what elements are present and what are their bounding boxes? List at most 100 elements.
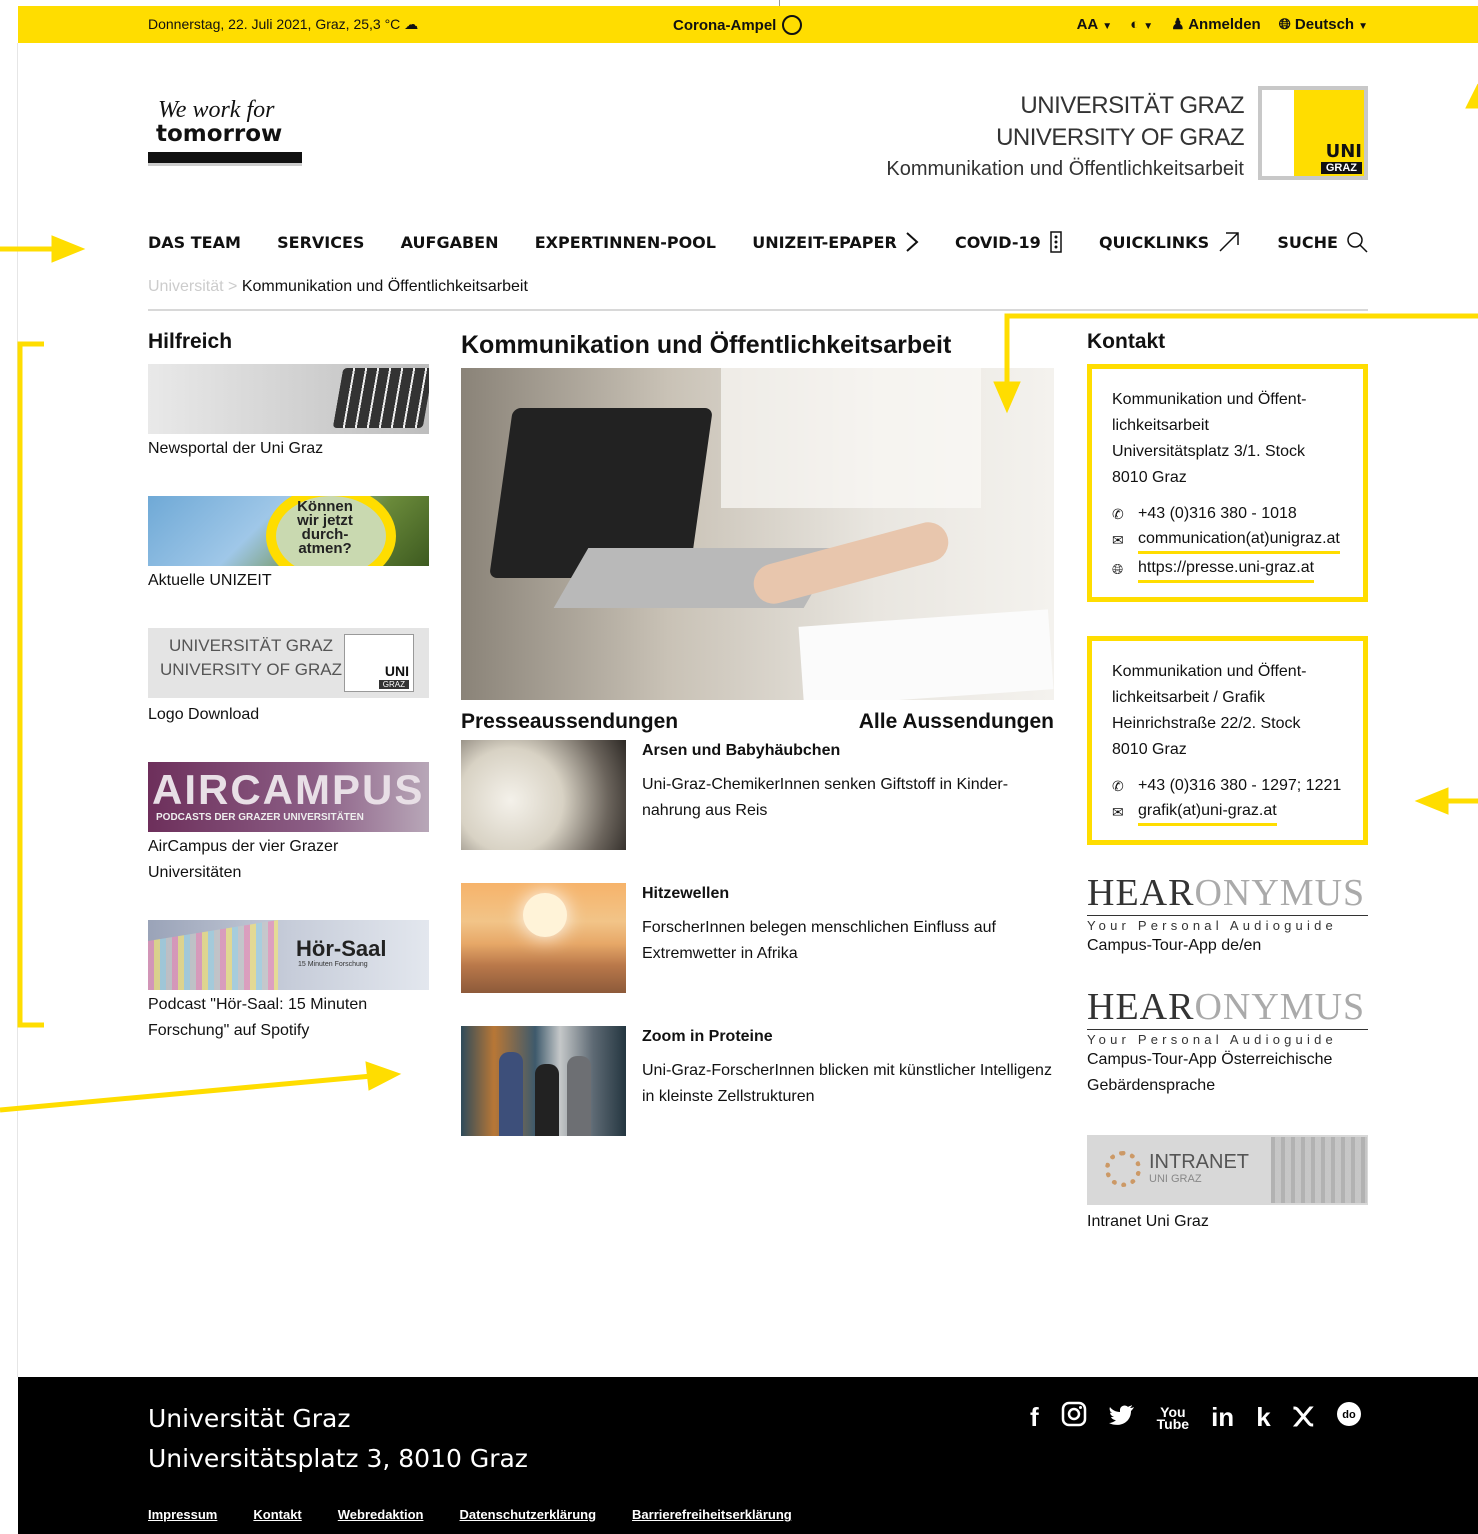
nav-label: EXPERTINNEN-POOL bbox=[534, 232, 716, 252]
login-label: Anmelden bbox=[1188, 16, 1261, 33]
intranet-image-sub: UNI GRAZ bbox=[1149, 1173, 1202, 1185]
header-divider bbox=[148, 309, 1368, 311]
linkedin-icon[interactable]: in bbox=[1211, 1402, 1234, 1433]
news-thumbnail bbox=[461, 883, 626, 993]
email-row: ✉ communication(at)uni­graz.at bbox=[1112, 527, 1343, 554]
address-line: Heinrichstraße 22/2. Stock bbox=[1112, 715, 1301, 732]
phone-number: +43 (0)316 380 - 1297; 1221 bbox=[1138, 777, 1342, 794]
footer-link-datenschutz[interactable]: Datenschutzerklärung bbox=[459, 1507, 596, 1522]
caret-down-icon: ▼ bbox=[1102, 20, 1113, 32]
twitter-icon[interactable] bbox=[1108, 1402, 1135, 1433]
press-header: Presseaussendungen Alle Aussendungen bbox=[461, 710, 1054, 734]
nav-expertinnen-pool[interactable]: EXPERTINNEN-POOL bbox=[535, 231, 716, 253]
all-releases-link[interactable]: Alle Aussendungen bbox=[859, 710, 1054, 734]
nav-label: SUCHE bbox=[1277, 232, 1338, 252]
language-select[interactable]: 🌐︎ Deutsch ▼ bbox=[1279, 16, 1368, 33]
web-row: 🌐︎ https://presse.uni-graz.at bbox=[1112, 556, 1343, 583]
annotation-arrowhead-news bbox=[365, 1061, 402, 1091]
footer-line-2: Universitätsplatz 3, 8010 Graz bbox=[148, 1444, 528, 1473]
chevron-right-icon bbox=[906, 232, 919, 252]
nav-services[interactable]: SERVICES bbox=[277, 231, 364, 253]
email-link[interactable]: communication(at)uni­graz.at bbox=[1138, 527, 1340, 554]
hoer-saal-image: Hör-Saal 15 Minuten Forschung bbox=[148, 920, 429, 990]
traffic-light-icon bbox=[782, 15, 803, 35]
nav-label: DAS TEAM bbox=[148, 232, 241, 252]
news-description: ForscherInnen belegen menschlichen Einfl… bbox=[642, 919, 996, 962]
person-graphic bbox=[567, 1056, 591, 1136]
uni-icon[interactable]: do bbox=[1336, 1401, 1362, 1434]
nav-suche[interactable]: SUCHE bbox=[1277, 231, 1368, 253]
main-nav: DAS TEAM SERVICES AUFGABEN EXPERTINNEN-P… bbox=[148, 231, 1368, 253]
news-item[interactable]: Hitzewellen ForscherInnen belegen mensch… bbox=[461, 883, 1054, 993]
intranet-link[interactable]: INTRANET UNI GRAZ Intranet Uni Graz bbox=[1087, 1135, 1368, 1235]
department-name: Kommunikation und Öffentlichkeitsarbeit bbox=[886, 158, 1244, 180]
instagram-icon[interactable] bbox=[1061, 1401, 1087, 1434]
date-weather-text: Donnerstag, 22. Juli 2021, Graz, 25,3 °C bbox=[148, 16, 401, 32]
breadcrumb: Universität > Kommunikation und Öffentli… bbox=[148, 278, 528, 296]
nav-das-team[interactable]: DAS TEAM bbox=[148, 231, 241, 253]
font-size-toggle[interactable]: AA ▼ bbox=[1077, 16, 1113, 33]
news-title: Hitzewellen bbox=[642, 885, 730, 902]
tile-logo-download[interactable]: UNIVERSITÄT GRAZ UNIVERSITY OF GRAZ UNI G… bbox=[148, 628, 429, 728]
user-icon: ♟ bbox=[1171, 16, 1185, 33]
tagline-line-2: tomorrow bbox=[156, 121, 283, 147]
page-title: Kommunikation und Öffentlichkeitsarbeit bbox=[461, 331, 952, 359]
news-item[interactable]: Zoom in Proteine Uni-Graz-ForscherInnen … bbox=[461, 1026, 1054, 1136]
globe-icon: 🌐︎ bbox=[1278, 15, 1291, 33]
hero-hands bbox=[749, 517, 953, 609]
nav-aufgaben[interactable]: AUFGABEN bbox=[401, 231, 499, 253]
contrast-icon: ◐ bbox=[1130, 15, 1140, 33]
youtube-icon[interactable]: You Tube bbox=[1157, 1405, 1189, 1431]
nav-label: AUFGABEN bbox=[400, 232, 499, 252]
intranet-image: INTRANET UNI GRAZ bbox=[1087, 1135, 1368, 1205]
envelope-icon: ✉ bbox=[1112, 804, 1124, 820]
web-link[interactable]: https://presse.uni-graz.at bbox=[1138, 556, 1315, 583]
date-weather: Donnerstag, 22. Juli 2021, Graz, 25,3 °C… bbox=[148, 16, 418, 33]
address-line: 8010 Graz bbox=[1112, 741, 1187, 758]
tile-hoer-saal[interactable]: Hör-Saal 15 Minuten Forschung Podcast "H… bbox=[148, 920, 429, 1044]
footer-link-impressum[interactable]: Impressum bbox=[148, 1507, 217, 1522]
tile-newsportal[interactable]: Newsportal der Uni Graz bbox=[148, 364, 429, 462]
news-description: Uni-Graz-ChemikerInnen senken Giftstoff … bbox=[642, 776, 1009, 819]
hearonymus-logo-a: HEAR bbox=[1087, 872, 1195, 914]
hearonymus-de-en[interactable]: HEARONYMUS Your Personal Audioguide Camp… bbox=[1087, 873, 1368, 959]
footer-link-barrierefreiheit[interactable]: Barrierefreiheitserklärung bbox=[632, 1507, 792, 1522]
contrast-toggle[interactable]: ◐ ▼ bbox=[1130, 16, 1153, 33]
phone-icon: ✆ bbox=[1112, 778, 1124, 794]
nav-quicklinks[interactable]: QUICKLINKS bbox=[1099, 231, 1241, 253]
contact-column: Kontakt Kommunikation und Öffent­lichkei… bbox=[1087, 330, 1368, 1235]
corona-ampel[interactable]: Corona-Ampel bbox=[673, 15, 803, 35]
breadcrumb-root[interactable]: Universität bbox=[148, 278, 224, 295]
kununu-icon[interactable]: k bbox=[1256, 1402, 1270, 1433]
footer-link-webredaktion[interactable]: Webredaktion bbox=[338, 1507, 424, 1522]
unizeit-image: Können wir jetzt durch-atmen? bbox=[148, 496, 429, 566]
annotation-arrowhead-nav bbox=[51, 235, 86, 263]
email-link[interactable]: grafik(at)uni-graz.at bbox=[1138, 799, 1277, 826]
hoer-saal-image-text: Hör-Saal bbox=[296, 936, 387, 961]
contact-box-1: Kommunikation und Öffent­lichkeitsarbeit… bbox=[1087, 364, 1368, 602]
corona-ampel-label: Corona-Ampel bbox=[673, 16, 777, 34]
nav-label: SERVICES bbox=[277, 232, 365, 252]
phone-row: ✆ +43 (0)316 380 - 1018 bbox=[1112, 501, 1343, 527]
arrow-up-right-icon bbox=[1219, 232, 1239, 252]
hearonymus-oegs[interactable]: HEARONYMUS Your Personal Audioguide Camp… bbox=[1087, 987, 1368, 1099]
news-item[interactable]: Arsen und Babyhäubchen Uni-Graz-Chemiker… bbox=[461, 740, 1054, 850]
hearonymus-logo: HEARONYMUS bbox=[1087, 987, 1368, 1027]
news-title: Arsen und Babyhäubchen bbox=[642, 742, 841, 759]
university-name: UNIVERSITÄT GRAZ UNIVERSITY OF GRAZ Komm… bbox=[886, 90, 1244, 184]
xing-icon[interactable]: ᙭ bbox=[1293, 1402, 1314, 1434]
login-link[interactable]: ♟ Anmelden bbox=[1171, 15, 1261, 33]
logo-image-text-2: UNIVERSITY OF GRAZ bbox=[160, 660, 342, 679]
tile-aircampus[interactable]: AIRCAMPUS PODCASTS DER GRAZER UNIVERSITÄ… bbox=[148, 762, 429, 886]
nav-covid-19[interactable]: COVID-19 bbox=[955, 231, 1063, 253]
envelope-icon: ✉ bbox=[1112, 532, 1124, 548]
tile-unizeit[interactable]: Können wir jetzt durch-atmen? Aktuelle U… bbox=[148, 496, 429, 594]
annotation-arrowhead-contact bbox=[1414, 787, 1449, 815]
social-links: f You Tube in k ᙭ do bbox=[1030, 1401, 1362, 1434]
tagline-logo[interactable]: We work for tomorrow bbox=[148, 98, 302, 166]
nav-unizeit-epaper[interactable]: UNIZEIT-EPAPER bbox=[752, 231, 919, 253]
facebook-icon[interactable]: f bbox=[1030, 1402, 1039, 1433]
footer-link-kontakt[interactable]: Kontakt bbox=[253, 1507, 301, 1522]
uni-graz-logo[interactable]: UNI GRAZ bbox=[1258, 86, 1368, 180]
annotation-arrow-news bbox=[0, 1073, 373, 1113]
